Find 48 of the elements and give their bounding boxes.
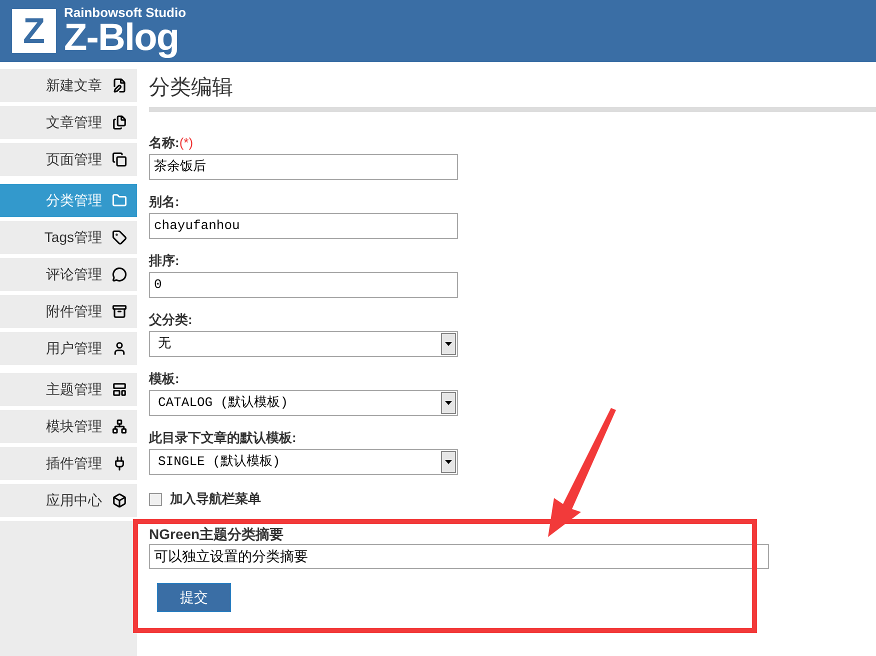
page-title: 分类编辑 <box>149 75 234 101</box>
plug-icon <box>112 456 127 471</box>
sidebar-item[interactable]: 应用中心 <box>0 484 137 517</box>
caret-icon <box>441 333 456 355</box>
person-icon <box>112 341 127 356</box>
checkbox[interactable] <box>149 492 162 506</box>
input-field[interactable]: 0 <box>149 272 458 298</box>
field-label: 此目录下文章的默认模板: <box>149 429 296 448</box>
caret-icon <box>441 392 456 414</box>
cabinet-icon <box>112 304 127 319</box>
folder-icon <box>112 193 127 208</box>
field-label: NGreen主题分类摘要 <box>149 526 285 542</box>
submit-button[interactable]: 提交 <box>157 583 231 612</box>
required-mark: (*) <box>179 134 194 152</box>
document-icon <box>112 115 127 130</box>
sidebar-item[interactable]: 插件管理 <box>0 447 137 480</box>
sidebar-item[interactable]: 新建文章 <box>0 69 137 102</box>
speech-bubble-icon <box>112 267 127 282</box>
field-label: 排序: <box>149 252 180 270</box>
input-field[interactable]: 茶余饭后 <box>149 154 458 180</box>
field-label: 别名: <box>149 193 180 212</box>
logo-icon: Z <box>12 9 56 53</box>
input-field[interactable]: chayufanhou <box>149 213 458 239</box>
edit-icon <box>112 78 127 93</box>
field-label: 父分类: <box>149 311 192 330</box>
sidebar-item[interactable]: 评论管理 <box>0 258 137 291</box>
tree-icon <box>112 419 127 434</box>
checkbox-label: 加入导航栏菜单 <box>170 490 261 508</box>
sidebar-item[interactable]: 文章管理 <box>0 106 137 139</box>
sidebar-item[interactable]: 页面管理 <box>0 143 137 176</box>
sidebar-item[interactable]: Tags管理 <box>0 221 137 254</box>
dropdown[interactable]: CATALOG (默认模板) <box>149 390 458 416</box>
sidebar-item[interactable]: 用户管理 <box>0 332 137 365</box>
dropdown[interactable]: SINGLE (默认模板) <box>149 449 458 475</box>
layout-icon <box>112 382 127 397</box>
field-label: 模板: <box>149 370 180 388</box>
sidebar-item[interactable]: 主题管理 <box>0 373 137 406</box>
field-label: 名称: <box>149 134 180 152</box>
sidebar-item[interactable]: 附件管理 <box>0 295 137 328</box>
box-icon <box>112 493 127 508</box>
brand-name: Z-Blog <box>64 18 179 56</box>
tag-icon <box>112 230 127 245</box>
pages-icon <box>112 152 127 167</box>
sidebar-item[interactable]: 模块管理 <box>0 410 137 443</box>
studio-name: Rainbowsoft Studio <box>64 6 186 18</box>
caret-icon <box>441 451 456 473</box>
dropdown[interactable]: 无 <box>149 331 458 357</box>
input-field[interactable]: 可以独立设置的分类摘要 <box>149 544 769 569</box>
